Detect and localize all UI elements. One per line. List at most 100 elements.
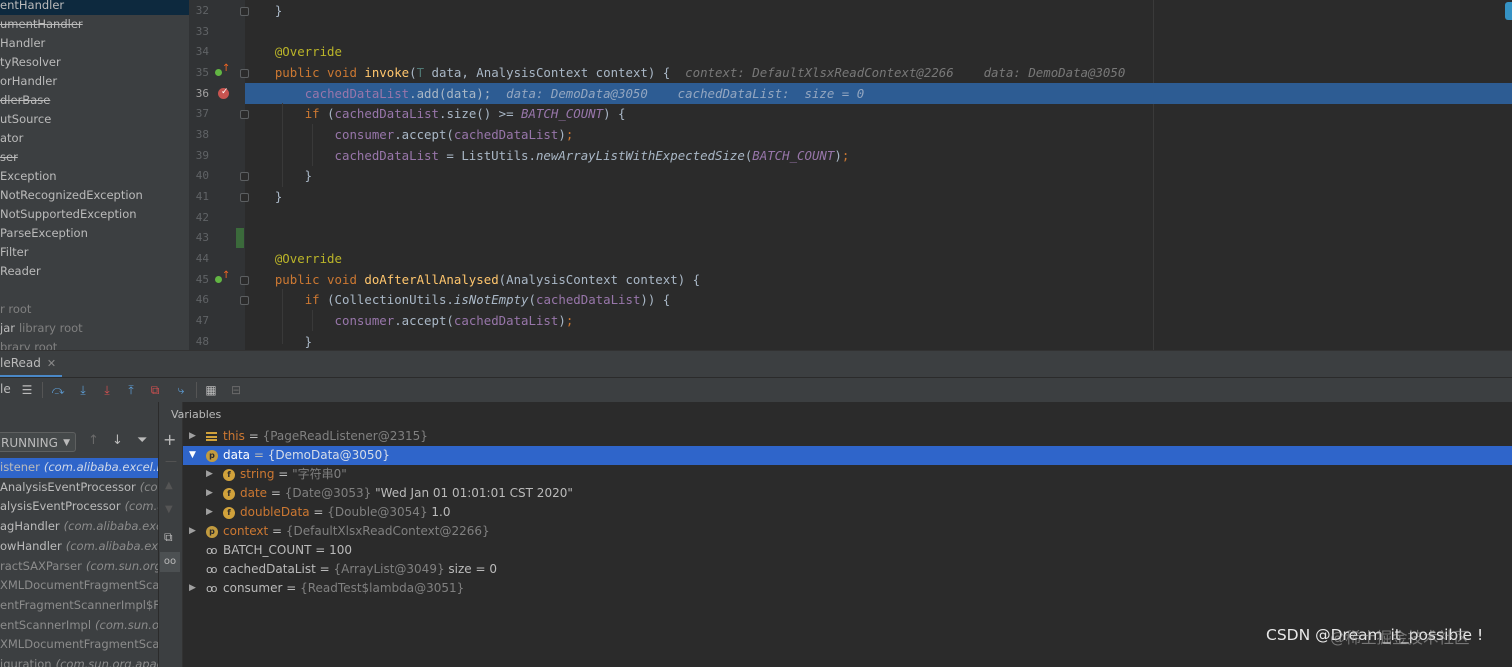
override-method-icon[interactable] — [215, 69, 222, 76]
project-tree-item[interactable]: brary root — [0, 338, 189, 350]
move-down-icon[interactable]: ▼ — [165, 504, 173, 515]
project-tree-item[interactable]: umentHandler — [0, 15, 189, 34]
remove-watch-icon[interactable]: — — [165, 454, 177, 468]
line-number[interactable]: 37 — [189, 107, 209, 120]
project-tree-item[interactable]: entHandler — [0, 0, 189, 15]
code-line-39[interactable]: cachedDataList = ListUtils.newArrayListW… — [245, 145, 1512, 166]
code-line-40[interactable]: } — [245, 165, 1512, 186]
project-tree-item[interactable]: ator — [0, 129, 189, 148]
line-number[interactable]: 38 — [189, 128, 209, 141]
code-line-48[interactable]: } — [245, 331, 1512, 350]
project-tree-item[interactable]: NotRecognizedException — [0, 186, 189, 205]
copy-icon[interactable]: ⧉ — [164, 530, 173, 545]
line-number[interactable]: 40 — [189, 169, 209, 182]
show-watches-icon[interactable]: oo — [160, 552, 180, 572]
line-number[interactable]: 42 — [189, 211, 209, 224]
project-tree-item[interactable]: Reader — [0, 262, 189, 281]
close-icon[interactable]: ✕ — [47, 357, 56, 370]
stack-frame[interactable]: entScannerImpl(com.sun.org. — [0, 616, 158, 636]
project-tree-item[interactable]: jar library root — [0, 319, 189, 338]
code-line-33[interactable] — [245, 21, 1512, 42]
line-number[interactable]: 41 — [189, 190, 209, 203]
code-line-41[interactable]: } — [245, 186, 1512, 207]
line-number[interactable]: 34 — [189, 45, 209, 58]
project-tree-item[interactable]: NotSupportedException — [0, 205, 189, 224]
code-line-36[interactable]: cachedDataList.add(data); data: DemoData… — [245, 83, 1512, 104]
code-line-37[interactable]: if (cachedDataList.size() >= BATCH_COUNT… — [245, 103, 1512, 124]
code-line-44[interactable]: @Override — [245, 248, 1512, 269]
chevron-right-icon[interactable]: ▶ — [206, 465, 213, 484]
move-up-icon[interactable]: ▲ — [165, 480, 173, 491]
debug-tab[interactable]: leRead ✕ — [0, 351, 63, 378]
code-line-45[interactable]: public void doAfterAllAnalysed(AnalysisC… — [245, 269, 1512, 290]
variable-row[interactable]: ▶ p context = {DefaultXlsxReadContext@2266… — [183, 522, 1512, 541]
variable-row[interactable]: ▶ this = {PageReadListener@2315} — [183, 427, 1512, 446]
trace-icon[interactable]: ⊟ — [228, 382, 244, 398]
variable-row[interactable]: ▼ p data = {DemoData@3050} — [183, 446, 1512, 465]
menu-icon[interactable]: ☰ — [19, 382, 35, 398]
project-tree-item[interactable]: orHandler — [0, 72, 189, 91]
project-tree-item[interactable] — [0, 281, 189, 300]
code-line-43[interactable] — [245, 227, 1512, 248]
evaluate-expression-icon[interactable]: ▦ — [203, 382, 219, 398]
chevron-right-icon[interactable]: ▶ — [189, 427, 196, 446]
project-tree-item[interactable]: Exception — [0, 167, 189, 186]
stack-frame[interactable]: agHandler (com.alibaba.exce — [0, 517, 158, 537]
add-watch-icon[interactable]: + — [163, 430, 176, 449]
line-number[interactable]: 39 — [189, 149, 209, 162]
step-into-icon[interactable]: ⤓ — [75, 382, 91, 398]
variable-row[interactable]: oo cachedDataList = {ArrayList@3049} size… — [183, 560, 1512, 579]
line-number[interactable]: 46 — [189, 293, 209, 306]
line-number[interactable]: 35 — [189, 66, 209, 79]
stack-frame[interactable]: ractSAXParser(com.sun.org.a — [0, 557, 158, 577]
code-line-38[interactable]: consumer.accept(cachedDataList); — [245, 124, 1512, 145]
variable-row[interactable]: oo BATCH_COUNT = 100 — [183, 541, 1512, 560]
project-tree-item[interactable]: ser — [0, 148, 189, 167]
run-to-cursor-icon[interactable]: ⤷ — [173, 382, 189, 398]
chevron-down-icon[interactable]: ▼ — [189, 446, 196, 465]
line-number[interactable]: 48 — [189, 335, 209, 348]
stack-frame[interactable]: alysisEventProcessor(com.al — [0, 497, 158, 517]
code-line-46[interactable]: if (CollectionUtils.isNotEmpty(cachedDat… — [245, 289, 1512, 310]
line-number[interactable]: 43 — [189, 231, 209, 244]
drop-frame-icon[interactable]: ⧉ — [147, 382, 163, 398]
project-tree-item[interactable]: Filter — [0, 243, 189, 262]
code-line-34[interactable]: @Override — [245, 41, 1512, 62]
stack-frame[interactable]: istener (com.alibaba.excel.re — [0, 458, 158, 478]
filter-icon[interactable]: ⏷ — [137, 433, 147, 448]
vcs-change-marker[interactable] — [236, 228, 244, 248]
arrow-down-icon[interactable]: ↓ — [112, 433, 123, 448]
code-line-32[interactable]: } — [245, 0, 1512, 21]
line-number[interactable]: 44 — [189, 252, 209, 265]
step-out-icon[interactable]: ⤒ — [123, 382, 139, 398]
force-step-into-icon[interactable]: ⤓ — [99, 382, 115, 398]
chevron-right-icon[interactable]: ▶ — [189, 522, 196, 541]
thread-select[interactable]: RUNNING ▼ — [0, 432, 76, 452]
code-line-35[interactable]: public void invoke(T data, AnalysisConte… — [245, 62, 1512, 83]
line-number[interactable]: 36 — [189, 87, 209, 100]
project-tree-item[interactable]: tyResolver — [0, 53, 189, 72]
stack-frame[interactable]: XMLDocumentFragmentScanne — [0, 635, 158, 655]
stack-frame[interactable]: iguration (com.sun.org.apac — [0, 655, 158, 667]
project-tree-item[interactable]: dlerBase — [0, 91, 189, 110]
stack-frame[interactable]: AnalysisEventProcessor(com. — [0, 478, 158, 498]
project-tree-item[interactable]: utSource — [0, 110, 189, 129]
variable-row[interactable]: ▶ f date = {Date@3053} "Wed Jan 01 01:01:0… — [183, 484, 1512, 503]
code-line-42[interactable] — [245, 207, 1512, 228]
variable-row[interactable]: ▶ f string = "字符串0" — [183, 465, 1512, 484]
line-number[interactable]: 32 — [189, 4, 209, 17]
project-tree-item[interactable]: ParseException — [0, 224, 189, 243]
stack-frame[interactable]: XMLDocumentFragmentScan — [0, 576, 158, 596]
code-editor[interactable]: 32 33 34 35 36 37 38 39 40 41 42 43 44 45 46 47 48 } @Ov… — [189, 0, 1512, 350]
arrow-up-icon[interactable]: ↑ — [88, 433, 99, 448]
chevron-right-icon[interactable]: ▶ — [206, 503, 213, 522]
line-number[interactable]: 47 — [189, 314, 209, 327]
line-number[interactable]: 45 — [189, 273, 209, 286]
variable-row[interactable]: ▶ f doubleData = {Double@3054} 1.0 — [183, 503, 1512, 522]
chevron-right-icon[interactable]: ▶ — [206, 484, 213, 503]
chevron-right-icon[interactable]: ▶ — [189, 579, 196, 598]
override-method-icon[interactable] — [215, 276, 222, 283]
editor-gutter[interactable]: 32 33 34 35 36 37 38 39 40 41 42 43 44 45 46 47 48 — [189, 0, 249, 350]
stack-frame[interactable]: entFragmentScannerImpl$Fr — [0, 596, 158, 616]
code-line-47[interactable]: consumer.accept(cachedDataList); — [245, 310, 1512, 331]
